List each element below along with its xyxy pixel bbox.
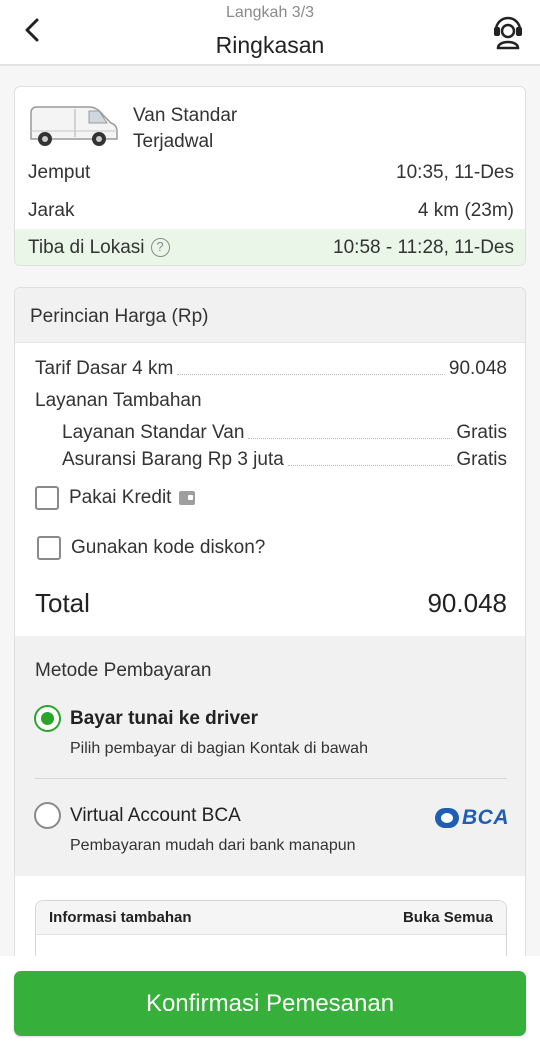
help-icon[interactable]: ? (150, 238, 170, 258)
app-header: Langkah 3/3 Ringkasan (0, 0, 540, 66)
discount-label: Gunakan kode diskon? (71, 537, 266, 558)
distance-label: Jarak (28, 200, 75, 221)
page-title: Ringkasan (215, 32, 325, 58)
use-credit-checkbox[interactable] (35, 486, 59, 510)
cash-option-description: Pilih pembayar di bagian Kontak di bawah (70, 740, 368, 757)
bca-option-label[interactable]: Virtual Account BCA (70, 805, 241, 827)
service-row: Asuransi Barang Rp 3 juta Gratis (62, 449, 507, 471)
dotted-leader (177, 374, 445, 375)
payment-method-section: Metode Pembayaran Bayar tunai ke driver … (15, 636, 525, 876)
additional-info-header: Informasi tambahan Buka Semua (36, 901, 506, 935)
pickup-value: 10:35, 11-Des (396, 162, 514, 183)
extra-services-title: Layanan Tambahan (35, 390, 202, 411)
bca-radio-button[interactable] (34, 802, 61, 829)
discount-checkbox[interactable] (37, 536, 61, 560)
support-button[interactable] (492, 12, 524, 50)
service-row: Layanan Standar Van Gratis (62, 422, 507, 444)
van-icon (30, 106, 118, 146)
expand-all-link[interactable]: Buka Semua (403, 909, 493, 926)
arrival-row: Tiba di Lokasi? 10:58 - 11:28, 11-Des (15, 229, 525, 265)
price-breakdown-header: Perincian Harga (Rp) (15, 288, 525, 343)
service-value: Gratis (456, 422, 507, 443)
base-fare-label: Tarif Dasar 4 km (35, 358, 174, 379)
dotted-leader (287, 465, 453, 466)
bca-logo-icon (435, 808, 459, 828)
service-value: Gratis (456, 449, 507, 470)
base-fare-value: 90.048 (448, 358, 507, 379)
payment-method-title: Metode Pembayaran (35, 660, 212, 681)
dotted-leader (248, 438, 453, 439)
use-credit-option[interactable]: Pakai Kredit (35, 486, 196, 510)
service-label: Layanan Standar Van (62, 422, 245, 443)
additional-info-title: Informasi tambahan (49, 909, 192, 926)
pickup-label: Jemput (28, 162, 91, 183)
vehicle-name: Van Standar (133, 105, 238, 126)
total-label: Total (35, 588, 90, 618)
additional-info-panel: Informasi tambahan Buka Semua (35, 900, 507, 956)
summary-scroll-area[interactable]: Van Standar Terjadwal Jemput 10:35, 11-D… (0, 66, 540, 956)
confirm-order-button[interactable]: Konfirmasi Pemesanan (14, 971, 526, 1036)
total-value: 90.048 (427, 588, 507, 618)
divider (35, 778, 507, 779)
bca-option-description: Pembayaran mudah dari bank manapun (70, 837, 356, 854)
pickup-row: Jemput 10:35, 11-Des (15, 155, 525, 191)
step-indicator: Langkah 3/3 (225, 4, 315, 21)
use-credit-label: Pakai Kredit (69, 487, 172, 508)
cash-option-label[interactable]: Bayar tunai ke driver (70, 708, 258, 730)
arrival-label: Tiba di Lokasi (28, 237, 145, 258)
price-breakdown-card: Perincian Harga (Rp) Tarif Dasar 4 km 90… (14, 287, 526, 956)
distance-row: Jarak 4 km (23m) (15, 193, 525, 229)
bca-logo-text: BCA (462, 806, 509, 829)
schedule-type: Terjadwal (133, 131, 214, 152)
service-label: Asuransi Barang Rp 3 juta (62, 449, 284, 470)
wallet-icon (179, 491, 196, 505)
vehicle-summary-card: Van Standar Terjadwal Jemput 10:35, 11-D… (14, 86, 526, 266)
arrival-value: 10:58 - 11:28, 11-Des (333, 237, 514, 258)
discount-code-option[interactable]: Gunakan kode diskon? (37, 536, 265, 560)
cash-radio-button[interactable] (34, 705, 61, 732)
bottom-action-bar: Konfirmasi Pemesanan (0, 956, 540, 1049)
headset-icon[interactable] (492, 12, 524, 50)
bca-logo: BCA (435, 806, 509, 830)
total-row: Total 90.048 (35, 588, 507, 619)
distance-value: 4 km (23m) (417, 200, 514, 221)
base-fare-row: Tarif Dasar 4 km 90.048 (35, 358, 507, 380)
